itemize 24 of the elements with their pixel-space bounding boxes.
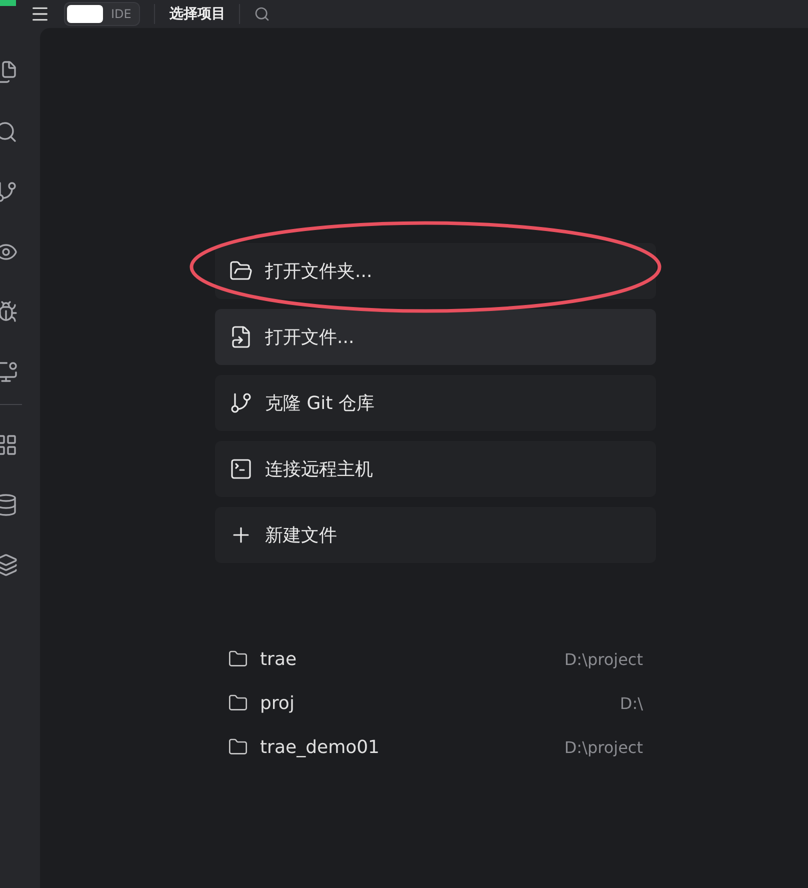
project-path: D:\ [620, 694, 643, 712]
window-title: 选择项目 [169, 5, 226, 23]
folder-icon [229, 259, 253, 283]
recent-project[interactable]: trae_demo01 D:\project [228, 725, 643, 769]
action-button[interactable]: 克隆 Git 仓库 [215, 375, 656, 431]
file-icon [229, 325, 253, 349]
action-button[interactable]: 新建文件 [215, 507, 656, 563]
folder-icon [228, 737, 248, 757]
action-button[interactable]: 连接远程主机 [215, 441, 656, 497]
project-path: D:\project [564, 650, 643, 668]
project-path: D:\project [564, 738, 643, 756]
recent-project[interactable]: trae D:\project [228, 637, 643, 681]
recent-project[interactable]: proj D:\ [228, 681, 643, 725]
project-name: trae [260, 648, 298, 670]
project-name: proj [260, 692, 296, 714]
folder-icon [228, 693, 248, 713]
search-icon[interactable] [254, 6, 270, 22]
action-button[interactable]: 打开文件... [215, 309, 656, 365]
terminal-icon [229, 457, 253, 481]
project-name: trae_demo01 [260, 736, 381, 758]
action-button[interactable]: 打开文件夹... [215, 243, 656, 299]
folder-icon [228, 649, 248, 669]
badge-label: IDE [111, 7, 132, 21]
branch-icon [229, 391, 253, 415]
